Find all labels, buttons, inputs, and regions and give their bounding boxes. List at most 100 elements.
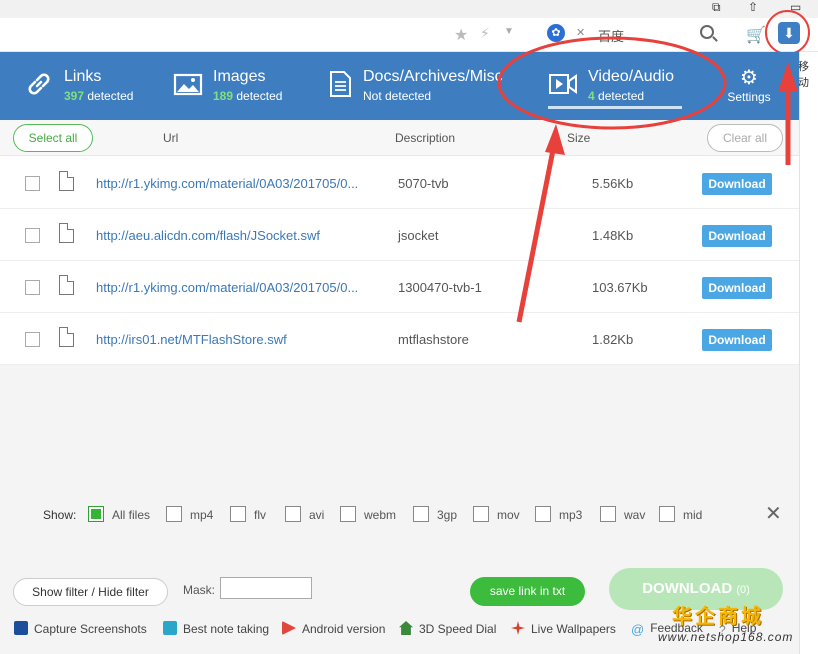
footer-link-wallpapers[interactable]: Live Wallpapers	[511, 621, 616, 636]
watermark-url: www.netshop168.com	[658, 630, 794, 644]
download-button[interactable]: Download	[702, 277, 772, 299]
screen: ⧉ ⇧ ▭ ★ ⚡ ▼ ✿ ✕ 百度 🛒 ⬇ 移动 Links 397 dete…	[0, 0, 818, 654]
search-icon[interactable]	[700, 25, 714, 39]
list-item: http://r1.ykimg.com/material/0A03/201705…	[0, 261, 799, 313]
download-button[interactable]: Download	[702, 329, 772, 351]
checkbox[interactable]	[413, 506, 429, 522]
checkbox[interactable]	[230, 506, 246, 522]
baidu-paw-icon[interactable]: ✿	[547, 24, 565, 42]
row-url[interactable]: http://r1.ykimg.com/material/0A03/201705…	[96, 280, 386, 295]
settings-button[interactable]: ⚙ Settings	[726, 68, 772, 104]
row-description: jsocket	[398, 228, 439, 243]
mask-label: Mask:	[183, 583, 216, 597]
checkbox[interactable]	[285, 506, 301, 522]
filter-label: wav	[624, 508, 646, 522]
column-header-description: Description	[395, 131, 456, 145]
row-checkbox[interactable]	[25, 332, 40, 347]
select-all-button[interactable]: Select all	[13, 124, 93, 152]
download-button[interactable]: Download	[702, 225, 772, 247]
checkbox[interactable]	[600, 506, 616, 522]
filter-label: All files	[112, 508, 151, 522]
settings-label: Settings	[727, 90, 771, 104]
checkbox[interactable]	[659, 506, 675, 522]
restore-icon[interactable]: ⧉	[712, 0, 721, 15]
download-all-count: (0)	[736, 584, 750, 596]
tab-links-title: Links	[64, 68, 102, 85]
row-description: 1300470-tvb-1	[398, 280, 482, 295]
footer-link-speed-dial[interactable]: 3D Speed Dial	[399, 621, 496, 636]
house-icon	[399, 621, 413, 635]
play-store-icon	[282, 621, 296, 635]
pin-icon[interactable]: ⇧	[748, 0, 758, 14]
tab-images-suffix: detected	[236, 89, 283, 103]
video-icon	[549, 74, 577, 94]
footer-link-label: Android version	[302, 622, 386, 636]
page-behind-strip	[799, 52, 818, 654]
footer-link-label: Capture Screenshots	[34, 622, 147, 636]
tab-video-audio[interactable]: Video/Audio 4 detected	[548, 52, 688, 120]
tab-links-count-line: 397 detected	[64, 89, 133, 103]
footer-link-capture[interactable]: Capture Screenshots	[14, 621, 147, 636]
filter-label: 3gp	[437, 508, 458, 522]
filter-label: flv	[254, 508, 266, 522]
footer-link-notes[interactable]: Best note taking	[163, 621, 269, 636]
footer-link-label: Live Wallpapers	[531, 622, 616, 636]
checkbox[interactable]	[340, 506, 356, 522]
close-icon[interactable]: ✕	[576, 26, 585, 39]
window-titlebar: ⧉ ⇧ ▭	[0, 0, 818, 18]
document-icon	[330, 71, 351, 97]
footer-link-android[interactable]: Android version	[282, 621, 385, 636]
show-filter-label: Show:	[43, 508, 77, 522]
download-button[interactable]: Download	[702, 173, 772, 195]
row-size: 103.67Kb	[592, 280, 648, 295]
row-size: 1.48Kb	[592, 228, 634, 243]
checkbox[interactable]	[473, 506, 489, 522]
row-description: 5070-tvb	[398, 176, 449, 191]
row-checkbox[interactable]	[25, 280, 40, 295]
chevron-down-icon[interactable]: ▼	[504, 26, 514, 37]
image-icon	[173, 73, 203, 96]
note-icon	[163, 621, 177, 635]
list-header: Select all Url Description Size Clear al…	[0, 120, 799, 156]
file-icon	[59, 275, 74, 295]
checkbox[interactable]	[88, 506, 104, 522]
tab-video-count: 4	[588, 89, 595, 103]
tab-bar: Links 397 detected Images 189 detected D…	[0, 52, 799, 120]
mask-input[interactable]	[220, 577, 312, 599]
checkbox[interactable]	[166, 506, 182, 522]
tab-images-title: Images	[213, 68, 266, 85]
tab-docs[interactable]: Docs/Archives/Misc Not detected	[325, 52, 505, 120]
save-link-txt-button[interactable]: save link in txt	[470, 577, 585, 606]
row-size: 5.56Kb	[592, 176, 634, 191]
side-text: 移动	[798, 61, 809, 89]
show-hide-filter-button[interactable]: Show filter / Hide filter	[13, 578, 168, 606]
tab-images[interactable]: Images 189 detected	[173, 52, 313, 120]
link-icon	[28, 73, 50, 95]
clear-all-button[interactable]: Clear all	[707, 124, 783, 152]
search-engine-label[interactable]: 百度	[598, 26, 624, 45]
cart-icon[interactable]: 🛒	[746, 25, 766, 45]
active-tab-indicator	[548, 106, 682, 109]
row-description: mtflashstore	[398, 332, 469, 347]
checkbox[interactable]	[535, 506, 551, 522]
filter-label: mov	[497, 508, 520, 522]
row-url[interactable]: http://r1.ykimg.com/material/0A03/201705…	[96, 176, 386, 191]
column-header-size: Size	[567, 131, 591, 145]
row-checkbox[interactable]	[25, 176, 40, 191]
row-checkbox[interactable]	[25, 228, 40, 243]
row-url[interactable]: http://irs01.net/MTFlashStore.swf	[96, 332, 386, 347]
lightning-icon[interactable]: ⚡	[480, 25, 490, 42]
tab-images-count: 189	[213, 89, 234, 103]
tab-links[interactable]: Links 397 detected	[24, 52, 164, 120]
screenshot-icon	[14, 621, 28, 635]
tab-links-count: 397	[64, 89, 85, 103]
close-filter-icon[interactable]: ✕	[765, 504, 782, 524]
row-url[interactable]: http://aeu.alicdn.com/flash/JSocket.swf	[96, 228, 386, 243]
tab-docs-title: Docs/Archives/Misc	[363, 68, 503, 85]
favorite-star-icon[interactable]: ★	[454, 25, 468, 45]
at-icon: @	[631, 622, 645, 637]
file-icon	[59, 171, 74, 191]
tab-docs-status: Not detected	[363, 89, 432, 103]
browser-toolbar	[0, 18, 818, 52]
file-icon	[59, 327, 74, 347]
